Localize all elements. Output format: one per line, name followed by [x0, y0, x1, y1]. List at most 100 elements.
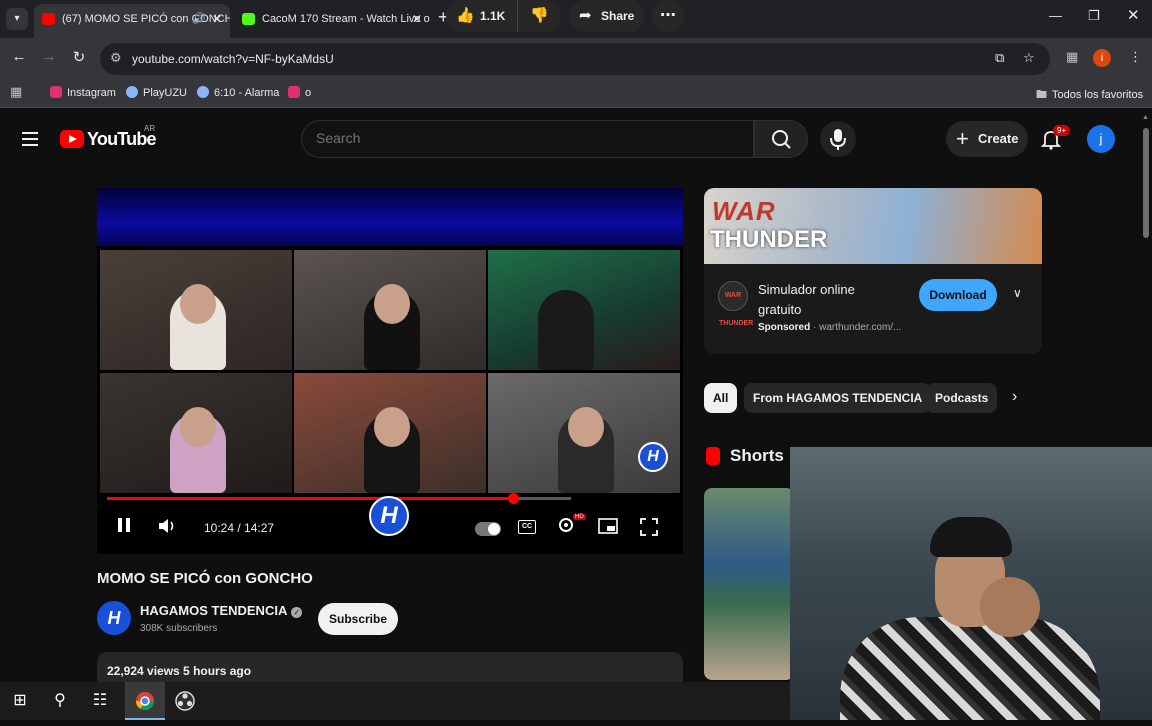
short-thumbnail[interactable]	[704, 488, 794, 680]
instagram-icon	[288, 86, 300, 98]
pause-icon[interactable]	[117, 517, 131, 538]
thumbs-up-icon: 👍	[456, 7, 475, 24]
restore-icon[interactable]: ❐	[1088, 8, 1100, 24]
window-close-icon[interactable]: ✕	[1127, 6, 1140, 24]
windows-taskbar: ⊞ ⚲ ☷	[0, 682, 790, 720]
hamburger-menu-icon[interactable]	[22, 132, 38, 146]
chrome-taskbar-icon[interactable]	[125, 682, 165, 720]
all-bookmarks[interactable]: 🖿 Todos los favoritos	[1036, 86, 1143, 105]
bookmarks-bar: ▦ Instagram PlayUZU 6:10 - Alarma o 🖿 Tod…	[0, 80, 1152, 108]
address-bar[interactable]: ⚙ youtube.com/watch?v=NF-byKaMdsU ⧉ ☆	[100, 43, 1050, 75]
chip-all[interactable]: All	[704, 383, 738, 413]
settings-gear-icon[interactable]	[557, 516, 575, 539]
share-button[interactable]: ➦ Share	[569, 0, 645, 32]
taskbar-search-icon[interactable]: ⚲	[40, 682, 80, 720]
shorts-heading: Shorts	[730, 446, 784, 465]
scrubber-handle[interactable]	[508, 493, 519, 504]
chevron-right-icon[interactable]: ›	[1012, 388, 1017, 406]
plus-icon: +	[956, 126, 969, 151]
subscribe-button[interactable]: Subscribe	[318, 603, 398, 635]
obs-taskbar-icon[interactable]	[165, 682, 205, 720]
alarm-icon	[197, 86, 209, 98]
more-actions-icon[interactable]: ⋯	[652, 0, 684, 32]
video-player[interactable]: H 10:24 / 14:27 H CC HD	[97, 188, 683, 554]
volume-icon[interactable]	[157, 517, 179, 540]
share-arrow-icon: ➦	[579, 7, 592, 24]
like-button[interactable]: 👍 1.1K	[446, 0, 516, 32]
close-tab-icon[interactable]: ✕	[212, 4, 222, 34]
task-view-icon[interactable]: ☷	[80, 682, 120, 720]
extensions-icon[interactable]: ▦	[1066, 49, 1078, 65]
windows-start-icon[interactable]: ⊞	[0, 682, 40, 720]
profile-avatar[interactable]: i	[1093, 49, 1111, 67]
webcam-overlay	[790, 447, 1152, 720]
bookmark-o[interactable]: o	[288, 86, 311, 99]
subtitles-icon[interactable]: CC	[518, 520, 536, 534]
notification-count-badge: 9+	[1053, 125, 1071, 136]
video-cell-4	[100, 373, 292, 493]
time-display: 10:24 / 14:27	[204, 521, 275, 535]
chrome-menu-icon[interactable]: ⋮	[1129, 49, 1142, 65]
sponsored-ad-card[interactable]: WAR THUNDER WAR THUNDER Simulador online…	[704, 188, 1042, 354]
url-text: youtube.com/watch?v=NF-byKaMdsU	[132, 52, 334, 66]
voice-search-button[interactable]	[820, 121, 856, 157]
reload-icon[interactable]: ↻	[68, 48, 90, 66]
youtube-play-icon	[60, 130, 84, 148]
browser-toolbar: ← → ↻ ⚙ youtube.com/watch?v=NF-byKaMdsU …	[0, 38, 1152, 80]
bookmark-playuzu[interactable]: PlayUZU	[126, 86, 187, 99]
create-button[interactable]: + Create	[946, 121, 1028, 157]
video-cell-2	[294, 250, 486, 370]
shorts-icon	[706, 447, 720, 465]
bookmark-alarma[interactable]: 6:10 - Alarma	[197, 86, 279, 99]
close-tab-icon[interactable]: ✕	[412, 4, 422, 34]
forward-arrow-icon[interactable]: →	[38, 48, 60, 65]
folder-icon: 🖿	[1036, 89, 1047, 101]
tab-kick[interactable]: CacoM 170 Stream - Watch Live on Kick ✕	[234, 4, 430, 38]
bookmark-instagram[interactable]: Instagram	[50, 86, 116, 99]
video-top-band	[97, 188, 683, 246]
tab-title: CacoM 170 Stream - Watch Live on Kick	[262, 13, 430, 25]
search-button[interactable]	[754, 120, 808, 158]
views-and-date: 22,924 views 5 hours ago	[107, 664, 252, 678]
channel-avatar[interactable]: H	[97, 601, 131, 635]
channel-logo-overlay: H	[369, 496, 409, 536]
install-app-icon[interactable]: ⧉	[995, 50, 1004, 66]
subscriber-count: 308K subscribers	[140, 623, 218, 634]
instagram-icon	[50, 86, 62, 98]
playuzu-icon	[126, 86, 138, 98]
ad-download-button[interactable]: Download	[919, 279, 997, 311]
search-icon	[772, 130, 791, 149]
verified-icon: ✓	[291, 607, 303, 618]
dislike-button[interactable]: 👎	[517, 0, 561, 32]
search-input[interactable]	[316, 130, 716, 146]
progress-played	[107, 497, 513, 500]
fullscreen-icon[interactable]	[640, 518, 658, 541]
channel-watermark-icon: H	[638, 442, 668, 472]
chevron-down-icon[interactable]: ∨	[1013, 286, 1022, 300]
back-arrow-icon[interactable]: ←	[8, 48, 30, 65]
miniplayer-icon[interactable]	[598, 518, 618, 539]
hd-badge: HD	[573, 514, 586, 520]
apps-grid-icon[interactable]: ▦	[10, 84, 22, 100]
ad-banner-image[interactable]: WAR THUNDER	[704, 188, 1042, 264]
video-cell-5	[294, 373, 486, 493]
bookmark-star-icon[interactable]: ☆	[1023, 50, 1035, 66]
tab-youtube[interactable]: (67) MOMO SE PICÓ con GONCHO - YouTube 🔊…	[34, 4, 230, 38]
microphone-icon	[830, 129, 846, 150]
account-avatar[interactable]: j	[1087, 125, 1115, 153]
ad-sponsored-line: Sponsored · warthunder.com/...	[758, 322, 902, 333]
autoplay-toggle[interactable]	[475, 522, 501, 536]
minimize-icon[interactable]: —	[1049, 8, 1062, 23]
scrollbar-thumb[interactable]	[1143, 128, 1149, 238]
site-info-icon[interactable]: ⚙	[110, 50, 122, 66]
speaker-icon[interactable]: 🔊	[192, 4, 206, 34]
tab-search-button[interactable]: ▾	[6, 8, 28, 30]
ad-title[interactable]: Simulador online gratuito	[758, 280, 898, 320]
channel-name[interactable]: HAGAMOS TENDENCIA ✓	[140, 603, 303, 618]
advertiser-logo[interactable]: WAR THUNDER	[718, 281, 753, 327]
youtube-favicon-icon	[42, 13, 55, 25]
chip-from-channel[interactable]: From HAGAMOS TENDENCIA	[744, 383, 932, 413]
scroll-up-icon[interactable]: ▲	[1142, 114, 1149, 121]
chip-podcasts[interactable]: Podcasts	[926, 383, 998, 413]
youtube-header: YouTube AR +Create 9+ j	[0, 108, 1140, 170]
